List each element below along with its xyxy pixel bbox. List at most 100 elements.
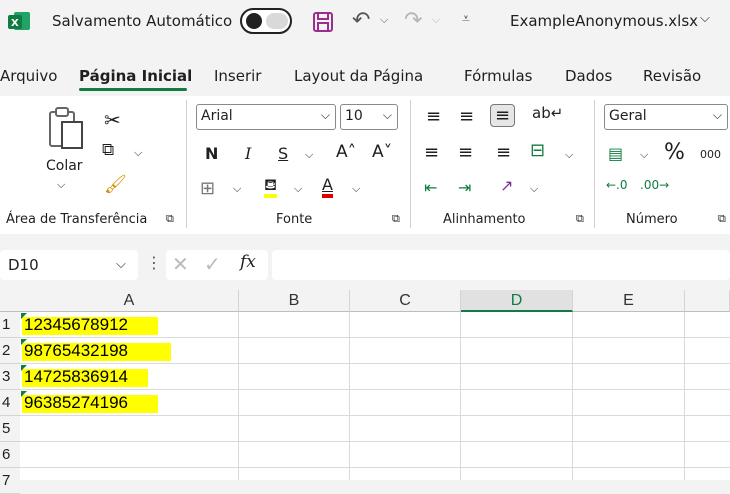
- svg-text:X: X: [11, 18, 19, 29]
- thousands-separator-button[interactable]: 000: [700, 148, 721, 161]
- cell-a2[interactable]: 98765432198: [24, 341, 128, 361]
- undo-dropdown-icon[interactable]: ⌵: [380, 13, 388, 27]
- undo-icon[interactable]: ↶: [352, 8, 370, 33]
- chevron-down-icon: ⌵: [382, 108, 392, 122]
- tab-formulas[interactable]: Fórmulas: [464, 67, 532, 85]
- row-header-1[interactable]: 1: [0, 312, 20, 338]
- save-icon[interactable]: [312, 11, 334, 33]
- increase-indent-icon[interactable]: ⇥: [458, 178, 471, 197]
- number-format-value: Geral: [609, 108, 647, 124]
- tab-layout-da-pagina[interactable]: Layout da Página: [294, 67, 423, 85]
- column-header-d[interactable]: D: [461, 290, 573, 312]
- borders-icon[interactable]: ⊞: [200, 178, 215, 199]
- redo-icon[interactable]: ↷: [404, 8, 422, 33]
- filename[interactable]: ExampleAnonymous.xlsx: [510, 12, 698, 30]
- tab-revisao[interactable]: Revisão: [643, 67, 701, 85]
- format-painter-icon[interactable]: 🖌: [104, 174, 127, 195]
- wrap-text-icon[interactable]: ab↵: [532, 104, 563, 122]
- tab-pagina-inicial[interactable]: Página Inicial: [79, 67, 192, 85]
- row-header-2[interactable]: 2: [0, 338, 20, 364]
- column-header-a[interactable]: A: [20, 290, 239, 312]
- decrease-indent-icon[interactable]: ⇤: [424, 178, 437, 197]
- merge-center-icon[interactable]: ⊟: [530, 140, 545, 161]
- align-left-icon[interactable]: ≡: [424, 142, 439, 163]
- orientation-dropdown-icon[interactable]: ⌵: [530, 182, 538, 196]
- paste-label[interactable]: Colar: [46, 158, 83, 174]
- redo-dropdown-icon[interactable]: ⌵: [432, 13, 440, 27]
- number-as-text-indicator: [21, 365, 27, 371]
- clipboard-group-label: Área de Transferência: [6, 212, 148, 227]
- paste-dropdown-icon[interactable]: ⌵: [57, 178, 65, 192]
- enter-icon[interactable]: ✓: [204, 252, 221, 276]
- number-as-text-indicator: [21, 313, 27, 319]
- borders-dropdown-icon[interactable]: ⌵: [233, 182, 241, 196]
- tab-arquivo[interactable]: Arquivo: [0, 67, 57, 85]
- excel-logo-icon: X: [8, 12, 30, 30]
- font-name-select[interactable]: Arial ⌵: [196, 104, 336, 130]
- font-size-select[interactable]: 10 ⌵: [340, 104, 398, 130]
- gridline: [20, 389, 730, 390]
- name-box[interactable]: D10 ⌵: [0, 250, 138, 280]
- insert-function-button[interactable]: fx: [240, 252, 256, 272]
- align-right-icon[interactable]: ≡: [496, 142, 511, 163]
- cell-a4[interactable]: 96385274196: [24, 393, 128, 413]
- align-bottom-icon[interactable]: ≡: [490, 104, 516, 127]
- font-color-button[interactable]: A: [322, 176, 333, 198]
- align-top-icon[interactable]: ≡: [426, 106, 441, 127]
- percent-button[interactable]: %: [664, 140, 685, 165]
- cancel-icon[interactable]: ✕: [172, 252, 189, 276]
- copy-icon[interactable]: ⧉: [102, 140, 114, 160]
- paste-icon[interactable]: [46, 106, 86, 152]
- group-separator: [186, 100, 187, 228]
- tab-inserir[interactable]: Inserir: [214, 67, 261, 85]
- align-middle-icon[interactable]: ≡: [459, 106, 474, 127]
- autosave-toggle[interactable]: [240, 8, 292, 34]
- group-separator: [594, 100, 595, 228]
- gridline: [20, 441, 730, 442]
- select-all-button[interactable]: [0, 290, 20, 312]
- align-center-icon[interactable]: ≡: [458, 142, 473, 163]
- alignment-launcher-icon[interactable]: ⧉: [576, 212, 584, 226]
- decrease-decimal-icon[interactable]: .00→: [640, 178, 669, 192]
- autosave-label: Salvamento Automático: [52, 12, 233, 30]
- underline-dropdown-icon[interactable]: ⌵: [305, 148, 313, 162]
- row-header-6[interactable]: 6: [0, 442, 20, 468]
- orientation-icon[interactable]: ↗: [500, 176, 513, 195]
- customize-toolbar-icon[interactable]: ⩡: [462, 11, 470, 27]
- column-header-partial[interactable]: [685, 290, 730, 312]
- column-header-c[interactable]: C: [350, 290, 461, 312]
- row-header-3[interactable]: 3: [0, 364, 20, 390]
- row-header-5[interactable]: 5: [0, 416, 20, 442]
- fill-color-dropdown-icon[interactable]: ⌵: [294, 182, 302, 196]
- row-header-4[interactable]: 4: [0, 390, 20, 416]
- clipboard-launcher-icon[interactable]: ⧉: [166, 212, 174, 226]
- gridline: [20, 467, 730, 468]
- bold-button[interactable]: N: [205, 144, 218, 163]
- grow-font-button[interactable]: A˄: [336, 142, 356, 162]
- cut-icon[interactable]: ✂: [104, 108, 121, 132]
- copy-dropdown-icon[interactable]: ⌵: [134, 146, 142, 160]
- shrink-font-button[interactable]: A˅: [372, 142, 392, 162]
- column-header-e[interactable]: E: [573, 290, 685, 312]
- merge-dropdown-icon[interactable]: ⌵: [565, 148, 573, 162]
- underline-button[interactable]: S: [278, 144, 288, 163]
- font-launcher-icon[interactable]: ⧉: [392, 212, 400, 226]
- accounting-dropdown-icon[interactable]: ⌵: [640, 148, 648, 162]
- more-options-icon[interactable]: ⋮: [146, 253, 162, 272]
- filename-chevron-icon[interactable]: ⌵: [700, 11, 710, 26]
- cell-a3[interactable]: 14725836914: [24, 367, 128, 387]
- accounting-format-icon[interactable]: ▤: [608, 144, 623, 163]
- fill-color-icon[interactable]: ⛾: [264, 176, 278, 198]
- cell-a1[interactable]: 12345678912: [24, 315, 128, 335]
- italic-button[interactable]: I: [245, 144, 251, 163]
- font-color-dropdown-icon[interactable]: ⌵: [352, 182, 360, 196]
- number-format-select[interactable]: Geral ⌵: [604, 104, 728, 130]
- column-header-b[interactable]: B: [239, 290, 350, 312]
- formula-input[interactable]: [272, 250, 730, 280]
- tab-dados[interactable]: Dados: [565, 67, 612, 85]
- row-header-7[interactable]: 7: [0, 468, 20, 494]
- alignment-group-label: Alinhamento: [443, 212, 526, 227]
- chevron-down-icon: ⌵: [712, 108, 722, 122]
- increase-decimal-icon[interactable]: ←.0: [606, 178, 628, 192]
- number-launcher-icon[interactable]: ⧉: [718, 212, 726, 226]
